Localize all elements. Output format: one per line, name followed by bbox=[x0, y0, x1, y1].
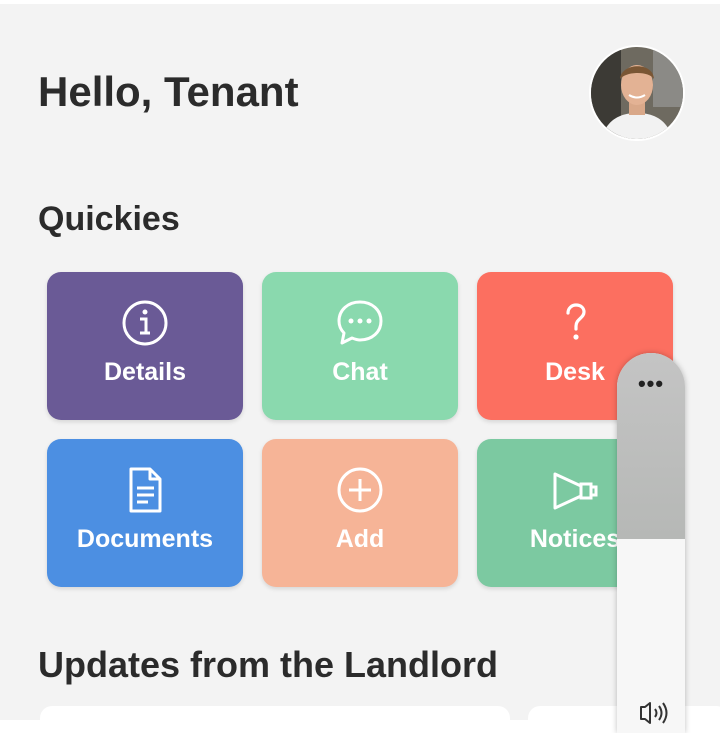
updates-heading: Updates from the Landlord bbox=[38, 644, 499, 685]
chat-label: Chat bbox=[332, 358, 388, 386]
chat-tile[interactable]: Chat bbox=[262, 272, 458, 420]
quickies-heading: Quickies bbox=[38, 200, 180, 238]
update-card[interactable] bbox=[40, 706, 510, 720]
avatar-photo-icon bbox=[591, 47, 683, 139]
chat-icon bbox=[337, 300, 383, 345]
details-tile[interactable]: Details bbox=[47, 272, 243, 420]
more-icon[interactable]: ••• bbox=[617, 371, 685, 397]
app-screen: Hello, Tenant Quickies Details Chat Desk… bbox=[0, 4, 720, 720]
question-icon bbox=[566, 303, 586, 340]
documents-label: Documents bbox=[76, 525, 214, 553]
greeting-heading: Hello, Tenant bbox=[38, 68, 299, 115]
info-icon bbox=[122, 300, 168, 346]
add-label: Add bbox=[335, 525, 385, 553]
plus-circle-icon bbox=[337, 467, 383, 513]
floating-overlay-panel[interactable]: ••• bbox=[617, 353, 685, 733]
documents-tile[interactable]: Documents bbox=[47, 439, 243, 587]
megaphone-icon bbox=[553, 472, 598, 510]
document-icon bbox=[129, 467, 162, 513]
add-tile[interactable]: Add bbox=[262, 439, 458, 587]
details-label: Details bbox=[104, 358, 186, 386]
profile-avatar[interactable] bbox=[591, 47, 683, 139]
sound-icon[interactable] bbox=[639, 701, 673, 725]
